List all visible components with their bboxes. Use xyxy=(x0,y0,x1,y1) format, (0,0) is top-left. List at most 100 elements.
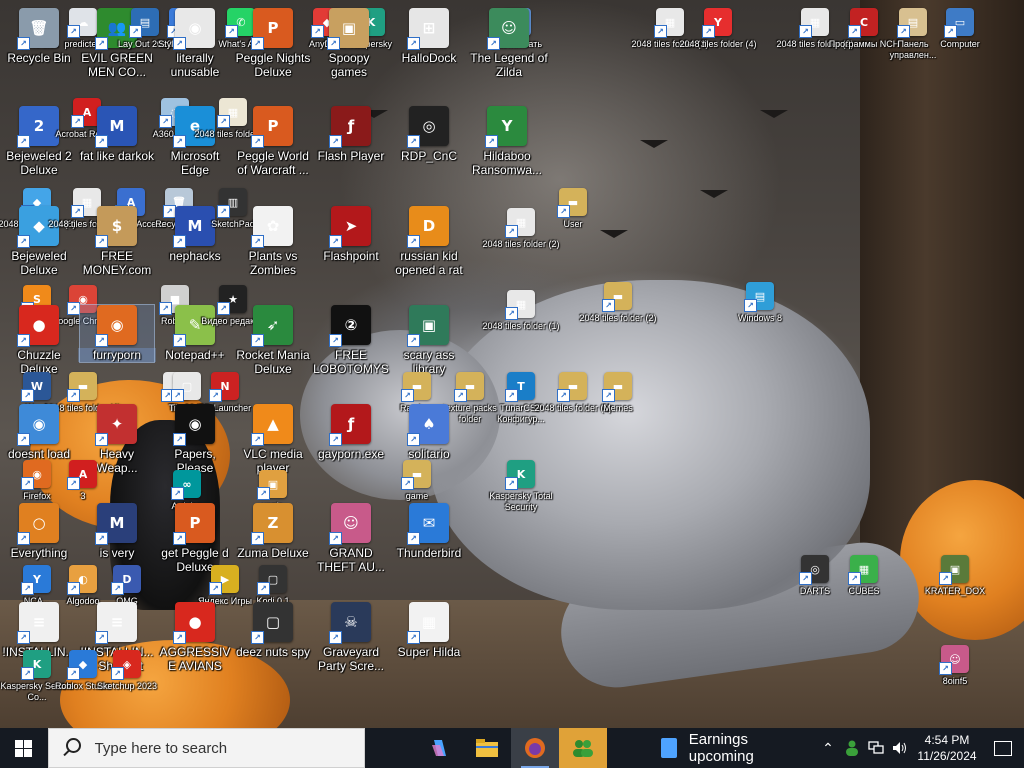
shortcut-icon: ▬ ↗ xyxy=(602,282,632,312)
shortcut-arrow-icon: ↗ xyxy=(407,631,420,644)
shortcut-icon: D ↗ xyxy=(407,206,449,248)
desktop-icon[interactable]: ▢ ↗ Kodi 0.1 xyxy=(236,565,310,607)
desktop-icon[interactable]: ▬ ↗ Memes xyxy=(581,372,655,414)
shortcut-icon: ✿ ↗ xyxy=(251,206,293,248)
desktop-icon-label: Super Hilda xyxy=(397,645,461,659)
desktop-icon-label: Plants vs Zombies xyxy=(248,249,298,277)
shortcut-icon: ☠ ↗ xyxy=(329,602,371,644)
desktop-icon[interactable]: ▭ ↗ Computer xyxy=(923,8,997,50)
desktop-icon-label: Memes xyxy=(603,403,633,413)
desktop-icon[interactable]: ▣ ↗ KRATER_DOX xyxy=(918,555,992,597)
desktop-icon[interactable]: ▦ ↗ CUBES xyxy=(827,555,901,597)
shortcut-arrow-icon: ↗ xyxy=(171,389,184,402)
shortcut-icon: ≡ ↗ xyxy=(17,602,59,644)
desktop-icon-label: Sketchup 2023 xyxy=(96,681,158,691)
shortcut-icon: M ↗ xyxy=(95,106,137,148)
taskbar-app-evil-green-men[interactable] xyxy=(558,728,607,768)
taskbar-app-file-explorer[interactable] xyxy=(463,728,511,768)
shortcut-icon: A↗ xyxy=(67,460,97,490)
shortcut-icon: ▦↗ xyxy=(407,602,449,644)
desktop-icon[interactable]: ○ ↗ Everything xyxy=(2,503,76,560)
desktop-icon[interactable]: ▢ ↗ deez nuts spy xyxy=(236,602,310,659)
desktop-icon[interactable]: ◎ ↗ RDP_CnC xyxy=(392,106,466,163)
desktop-icon-label: User xyxy=(563,219,583,229)
desktop-icon-label: Spoopy games xyxy=(328,51,370,79)
desktop-icon[interactable]: ➶ ↗ Rocket Mania Deluxe xyxy=(236,305,310,376)
shortcut-icon: ▬ ↗ xyxy=(401,460,431,490)
desktop-icon[interactable]: Y ↗ Hildaboo Ransomwa... xyxy=(470,106,544,177)
taskbar-clock[interactable]: 4:54 PM 11/26/2024 xyxy=(912,732,982,764)
firefox-icon xyxy=(524,738,545,758)
desktop-icon[interactable]: ƒ ↗ Flash Player xyxy=(314,106,388,163)
desktop-icon[interactable]: ▣ ↗ scary ass library xyxy=(392,305,466,376)
shortcut-arrow-icon: ↗ xyxy=(251,631,264,644)
news-icon xyxy=(660,738,677,758)
desktop-icon-label: HalloDock xyxy=(401,51,457,65)
taskbar-app-firefox[interactable] xyxy=(510,728,559,768)
search-placeholder: Type here to search xyxy=(94,739,228,757)
desktop-icon[interactable]: ◉ ↗ Papers, Please xyxy=(158,404,232,475)
desktop-icon[interactable]: ▲ ↗ VLC media player xyxy=(236,404,310,475)
taskbar-search-box[interactable]: Type here to search xyxy=(47,728,365,768)
shortcut-arrow-icon: ↗ xyxy=(17,433,30,446)
desktop-icon[interactable]: Y ↗ 2048 tiles folder (4) xyxy=(679,8,757,50)
shortcut-arrow-icon: ↗ xyxy=(17,135,30,148)
notification-center-button[interactable] xyxy=(982,728,1024,768)
desktop-icon[interactable]: ▬ ↗ User xyxy=(536,188,610,230)
desktop-icon[interactable]: P ↗ Peggle World of Warcraft ... xyxy=(236,106,310,177)
shortcut-icon: ∞ ↗ xyxy=(171,470,201,500)
desktop-icon[interactable]: ▣ ↗ Spoopy games xyxy=(312,8,386,79)
shortcut-arrow-icon: ↗ xyxy=(407,235,420,248)
news-widget[interactable]: Earnings upcoming xyxy=(660,731,816,765)
desktop-icon[interactable]: Z ↗ Zuma Deluxe xyxy=(236,503,310,560)
desktop-icon[interactable]: K ↗ Kaspersky Total Security xyxy=(484,460,558,513)
shortcut-icon: ▬ ↗ xyxy=(602,372,632,402)
shortcut-arrow-icon: ↗ xyxy=(848,25,861,38)
desktop-icon[interactable]: ✉ ↗ Thunderbird xyxy=(392,503,466,560)
desktop-icon[interactable]: ♠ ↗ solitario xyxy=(392,404,466,461)
network-icon[interactable] xyxy=(864,728,888,768)
desktop-icon[interactable]: ☺ ↗ GRAND THEFT AU... xyxy=(314,503,388,574)
desktop-icon-label: EVIL GREEN MEN CO... xyxy=(81,51,153,79)
desktop-icon-label: Microsoft Edge xyxy=(170,149,220,177)
desktop-icon[interactable]: ▬ ↗ game xyxy=(380,460,454,502)
desktop-icon[interactable]: ƒ ↗ gayporn.exe xyxy=(314,404,388,461)
shortcut-icon: K↗ xyxy=(505,460,535,490)
desktop-icon[interactable]: ☠ ↗ Graveyard Party Scre... xyxy=(314,602,388,673)
desktop-icon-label: Flashpoint xyxy=(323,249,379,263)
shortcut-arrow-icon: ↗ xyxy=(129,25,142,38)
desktop-icon[interactable]: M ↗ is very xyxy=(80,503,154,560)
shortcut-arrow-icon: ↗ xyxy=(602,389,615,402)
desktop-icon-label: literally unusable xyxy=(170,51,220,79)
desktop-icon-label: 2048 tiles folder (4) xyxy=(679,39,757,49)
shortcut-arrow-icon: ↗ xyxy=(21,477,34,490)
desktop-icon[interactable]: ● ↗ Chuzzle Deluxe xyxy=(2,305,76,376)
desktop-icon-label: Notepad++ xyxy=(165,348,225,362)
people-icon xyxy=(572,740,593,757)
volume-icon[interactable] xyxy=(888,728,912,768)
desktop-icon[interactable]: A ↗ 3 xyxy=(46,460,120,502)
desktop-icon-label: Peggle World of Warcraft ... xyxy=(237,149,309,177)
desktop-icon[interactable]: ▤ ↗ Windows 8 xyxy=(723,282,797,324)
desktop-icon[interactable]: ▦ ↗ Super Hilda xyxy=(392,602,466,659)
taskbar-app-copilot[interactable] xyxy=(415,728,463,768)
desktop-icon[interactable]: ✿ ↗ Plants vs Zombies xyxy=(236,206,310,277)
desktop-icon[interactable]: ② ↗ FREE LOBOTOMYS xyxy=(313,305,389,376)
desktop-icon-label: 8oinf5 xyxy=(942,676,968,686)
show-hidden-icons-chevron-up-icon[interactable]: ⌃ xyxy=(816,728,840,768)
evil-green-men-tray-icon[interactable] xyxy=(840,728,864,768)
desktop-icon[interactable]: ◈ ↗ Sketchup 2023 xyxy=(90,650,164,692)
desktop-icon[interactable]: P ↗ get Peggle d Deluxe xyxy=(158,503,232,574)
desktop-icon[interactable]: ◉ ↗ doesnt load xyxy=(2,404,76,461)
shortcut-arrow-icon: ↗ xyxy=(407,334,420,347)
desktop-icon[interactable]: ☺ ↗ The Legend of Zilda xyxy=(470,8,548,79)
start-button[interactable] xyxy=(0,728,48,768)
desktop-icon[interactable]: ➤ ↗ Flashpoint xyxy=(314,206,388,263)
desktop-icon[interactable]: D ↗ russian kid opened a rat xyxy=(392,206,466,277)
desktop-icon[interactable]: ☺ ↗ 8oinf5 xyxy=(918,645,992,687)
desktop-icon[interactable]: ● ↗ AGGRESSIVE AVIANS xyxy=(158,602,232,673)
desktop-icon[interactable]: ▬ ↗ 2048 tiles folder (2) xyxy=(579,282,657,324)
desktop-icon[interactable]: ▦ ↗ 2048 tiles folder (1) xyxy=(482,290,560,332)
desktop-icon[interactable]: ⊞ ↗ HalloDock xyxy=(392,8,466,65)
desktop-icon[interactable]: D ↗ OMG xyxy=(90,565,164,607)
